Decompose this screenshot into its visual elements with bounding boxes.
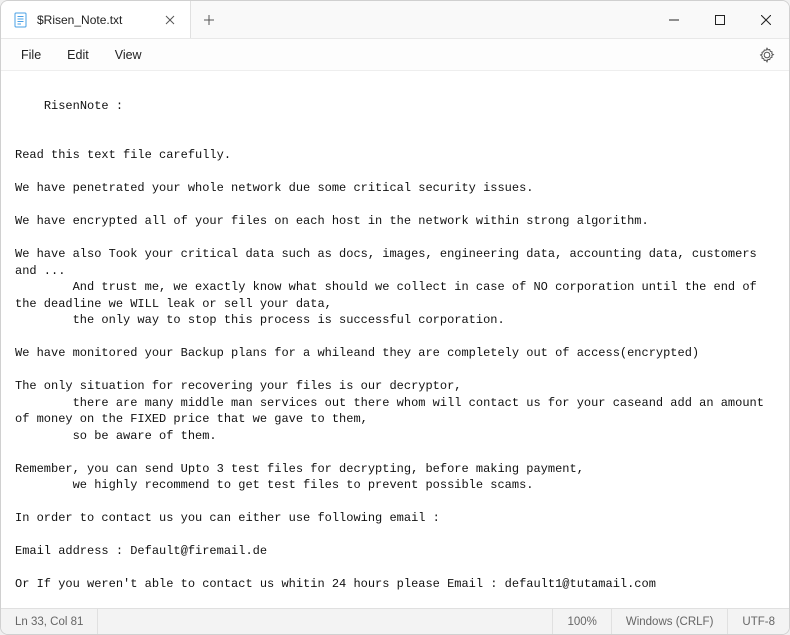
title-spacer <box>227 1 651 38</box>
notepad-window: $Risen_Note.txt <box>0 0 790 635</box>
title-bar: $Risen_Note.txt <box>1 1 789 39</box>
editor-content: RisenNote : Read this text file carefull… <box>15 99 771 609</box>
text-editor[interactable]: RisenNote : Read this text file carefull… <box>1 71 789 608</box>
status-line-ending[interactable]: Windows (CRLF) <box>612 609 729 634</box>
status-zoom[interactable]: 100% <box>553 609 611 634</box>
menu-file[interactable]: File <box>9 42 53 68</box>
file-tab[interactable]: $Risen_Note.txt <box>1 1 191 38</box>
close-button[interactable] <box>743 1 789 38</box>
window-controls <box>651 1 789 38</box>
menu-edit[interactable]: Edit <box>55 42 101 68</box>
status-bar: Ln 33, Col 81 100% Windows (CRLF) UTF-8 <box>1 608 789 634</box>
status-spacer <box>98 609 553 634</box>
maximize-button[interactable] <box>697 1 743 38</box>
tab-close-button[interactable] <box>162 12 178 28</box>
settings-button[interactable] <box>753 41 781 69</box>
new-tab-button[interactable] <box>191 1 227 38</box>
minimize-button[interactable] <box>651 1 697 38</box>
menu-bar: File Edit View <box>1 39 789 71</box>
tab-title: $Risen_Note.txt <box>37 13 154 27</box>
status-position[interactable]: Ln 33, Col 81 <box>1 609 98 634</box>
gear-icon <box>759 47 775 63</box>
menu-view[interactable]: View <box>103 42 154 68</box>
status-encoding[interactable]: UTF-8 <box>728 609 789 634</box>
notepad-icon <box>13 12 29 28</box>
